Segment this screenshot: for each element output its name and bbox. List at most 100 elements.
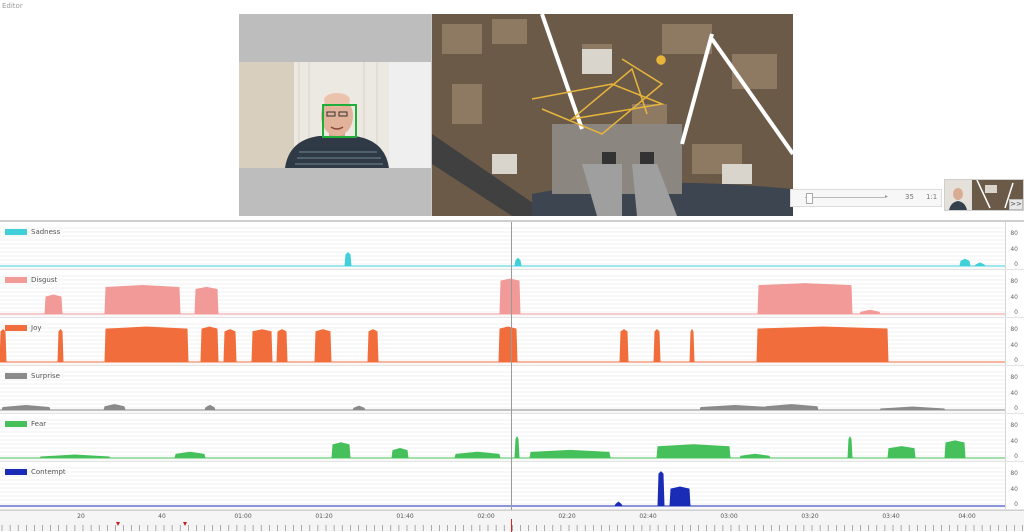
scale-label: 0 xyxy=(1014,261,1018,268)
timeline-marker[interactable] xyxy=(183,522,187,526)
emotion-area xyxy=(174,451,206,459)
scale-separator xyxy=(1005,414,1006,461)
channel-name: Disgust xyxy=(31,276,58,284)
emotion-area xyxy=(103,404,126,411)
video-thumbnail[interactable]: >> xyxy=(944,179,1024,211)
face-detection-box xyxy=(322,104,357,138)
scale-label: 0 xyxy=(1014,453,1018,460)
scale-label: 80 xyxy=(1010,374,1018,381)
tick-label: 01:00 xyxy=(234,513,252,520)
emotion-channel-fear: Fear 80 40 0 xyxy=(0,414,1024,462)
emotion-area xyxy=(204,404,216,411)
emotion-channel-joy: Joy 80 40 0 xyxy=(0,318,1024,366)
channel-color-swatch xyxy=(5,421,27,427)
webcam-video xyxy=(239,62,431,168)
tick-label: 02:00 xyxy=(477,513,495,520)
scale-label: 40 xyxy=(1010,390,1018,397)
emotion-area xyxy=(619,329,629,363)
emotion-area xyxy=(352,405,366,411)
speed-slider-track[interactable] xyxy=(805,197,885,198)
channel-label: Joy xyxy=(5,324,42,332)
emotion-area xyxy=(859,309,881,315)
emotion-area xyxy=(756,326,889,363)
channel-name: Fear xyxy=(31,420,47,428)
slider-end-icon: ▸ xyxy=(885,193,889,200)
channel-label: Surprise xyxy=(5,372,60,380)
scale-label: 40 xyxy=(1010,342,1018,349)
emotion-area xyxy=(44,294,63,315)
emotion-area xyxy=(314,329,332,363)
tick-label: 03:00 xyxy=(720,513,738,520)
scale-label: 40 xyxy=(1010,438,1018,445)
expand-button[interactable]: >> xyxy=(1009,199,1023,210)
video-preview xyxy=(239,14,793,216)
playhead[interactable] xyxy=(511,519,512,532)
window-title: Editor xyxy=(2,2,23,10)
tick-label: 04:00 xyxy=(958,513,976,520)
emotion-area xyxy=(251,329,273,363)
emotion-area xyxy=(657,471,665,507)
emotion-area xyxy=(391,447,409,459)
emotion-area xyxy=(194,286,219,315)
emotion-area xyxy=(200,326,219,363)
channel-plot xyxy=(0,227,1005,269)
emotion-area xyxy=(499,278,521,315)
tick-label: 40 xyxy=(158,513,166,520)
scale-label: 0 xyxy=(1014,309,1018,316)
emotion-area xyxy=(887,446,916,459)
speed-slider-thumb[interactable] xyxy=(806,193,813,204)
channel-color-swatch xyxy=(5,325,27,331)
channel-color-swatch xyxy=(5,469,27,475)
emotion-area xyxy=(514,435,520,459)
channel-name: Sadness xyxy=(31,228,61,236)
emotion-area xyxy=(0,328,7,363)
emotion-area xyxy=(38,454,112,459)
channel-label: Contempt xyxy=(5,468,66,476)
scale-label: 0 xyxy=(1014,501,1018,508)
timeline-marker[interactable] xyxy=(116,522,120,526)
emotion-channel-sadness: Sadness 80 40 0 xyxy=(0,222,1024,270)
tick-label: 01:20 xyxy=(315,513,333,520)
emotion-area xyxy=(344,251,352,267)
tick-label: 01:40 xyxy=(396,513,414,520)
tick-label: 02:20 xyxy=(558,513,576,520)
scale-separator xyxy=(1005,462,1006,509)
emotion-area xyxy=(223,329,237,363)
channel-name: Contempt xyxy=(31,468,66,476)
scale-label: 0 xyxy=(1014,357,1018,364)
emotion-area xyxy=(514,257,522,267)
emotion-area xyxy=(653,328,661,363)
timeline-ruler[interactable]: 20 40 01:00 01:20 01:40 02:00 02:20 02:40 03:00 0… xyxy=(0,510,1024,532)
emotion-channel-disgust: Disgust 80 40 0 xyxy=(0,270,1024,318)
scale-separator xyxy=(1005,366,1006,413)
channel-color-swatch xyxy=(5,373,27,379)
scale-label: 80 xyxy=(1010,230,1018,237)
scale-label: 40 xyxy=(1010,246,1018,253)
emotion-area xyxy=(944,440,966,459)
ratio-value[interactable]: 1:1 xyxy=(926,193,937,201)
scale-separator xyxy=(1005,318,1006,365)
channel-plot xyxy=(0,371,1005,413)
scale-separator xyxy=(1005,270,1006,317)
channel-label: Fear xyxy=(5,420,46,428)
speed-value: 35 xyxy=(905,193,914,201)
emotion-area xyxy=(739,453,771,459)
emotion-area xyxy=(669,486,691,507)
emotion-area xyxy=(764,404,819,411)
emotion-area xyxy=(699,404,771,411)
playback-controls: ▸ 35 1:1 xyxy=(790,189,942,207)
channel-name: Joy xyxy=(31,324,42,332)
time-cursor-line xyxy=(511,222,512,510)
emotion-area xyxy=(1,404,51,411)
emotion-area xyxy=(878,406,947,411)
channel-plot xyxy=(0,323,1005,365)
emotion-timeline-panel: Sadness 80 40 0 Disgust 80 40 0 Joy 80 40 0 Surprise… xyxy=(0,220,1024,532)
scale-label: 80 xyxy=(1010,422,1018,429)
emotion-area xyxy=(454,451,501,459)
emotion-area xyxy=(656,444,731,459)
scale-label: 80 xyxy=(1010,278,1018,285)
emotion-area xyxy=(689,328,695,363)
channel-name: Surprise xyxy=(31,372,60,380)
channel-plot xyxy=(0,275,1005,317)
tick-label: 20 xyxy=(77,513,85,520)
